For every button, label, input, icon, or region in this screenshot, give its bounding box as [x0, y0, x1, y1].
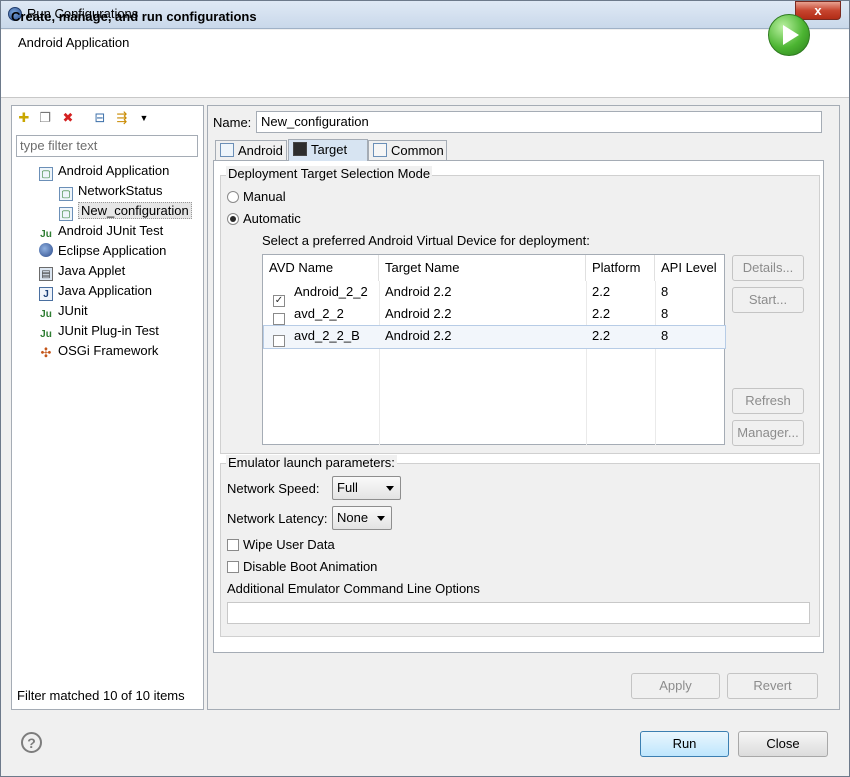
osgi-icon: ✣	[40, 345, 52, 360]
wipe-user-data-checkbox[interactable]	[227, 539, 239, 551]
table-row[interactable]: ✓ Android_2_2 Android 2.2 2.2 8	[263, 281, 724, 307]
header-title: Create, manage, and run configurations	[11, 9, 257, 24]
wipe-user-data-option[interactable]: Wipe User Data	[227, 537, 335, 552]
new-config-icon[interactable]: ✚	[16, 110, 32, 126]
junit-icon: Ju	[40, 229, 52, 240]
additional-options-label: Additional Emulator Command Line Options	[227, 581, 480, 596]
tree-item-junit-plugin-test[interactable]: Ju JUnit Plug-in Test	[39, 322, 159, 340]
tree-item-osgi-framework[interactable]: ✣ OSGi Framework	[39, 342, 159, 360]
avd-checkbox[interactable]	[273, 313, 285, 325]
emulator-group-title: Emulator launch parameters:	[226, 455, 397, 470]
additional-options-input[interactable]	[227, 602, 810, 624]
run-button[interactable]: Run	[640, 731, 729, 757]
column-header-platform[interactable]: Platform	[586, 255, 655, 281]
column-header-avd-name[interactable]: AVD Name	[263, 255, 379, 281]
tree-item-eclipse-application[interactable]: Eclipse Application	[39, 242, 166, 260]
close-window-button[interactable]: x	[795, 1, 841, 20]
avd-checkbox[interactable]	[273, 335, 285, 347]
refresh-button[interactable]: Refresh	[732, 388, 804, 414]
junit-plugin-icon: Ju	[40, 329, 52, 340]
dropdown-arrow-icon[interactable]: ▼	[136, 110, 152, 126]
filter-input[interactable]: type filter text	[16, 135, 198, 157]
name-label: Name:	[213, 115, 252, 130]
column-header-target-name[interactable]: Target Name	[379, 255, 586, 281]
java-app-icon: J	[39, 287, 53, 301]
manual-radio-button[interactable]	[227, 191, 239, 203]
collapse-all-icon[interactable]: ⊟	[92, 110, 108, 126]
avd-table: AVD Name Target Name Platform API Level …	[262, 254, 726, 445]
tree-item-networkstatus[interactable]: ▢ NetworkStatus	[59, 182, 163, 201]
disable-boot-animation-option[interactable]: Disable Boot Animation	[227, 559, 377, 574]
chevron-down-icon	[386, 486, 394, 491]
network-latency-select[interactable]: None	[332, 506, 392, 530]
column-header-api-level[interactable]: API Level	[655, 255, 724, 281]
apply-button[interactable]: Apply	[631, 673, 720, 699]
table-row[interactable]: avd_2_2_B Android 2.2 2.2 8	[263, 325, 726, 349]
start-button[interactable]: Start...	[732, 287, 804, 313]
tab-target[interactable]: Target	[288, 139, 368, 161]
disable-boot-animation-checkbox[interactable]	[227, 561, 239, 573]
tree-item-new-configuration[interactable]: ▢ New_configuration	[59, 202, 192, 221]
revert-button[interactable]: Revert	[727, 673, 818, 699]
header-subtitle: Android Application	[18, 35, 130, 50]
android-app-icon: ▢	[39, 167, 53, 181]
applet-icon: ▤	[39, 267, 53, 281]
tree-item-android-junit-test[interactable]: Ju Android JUnit Test	[39, 222, 163, 240]
eclipse-icon	[39, 243, 53, 257]
delete-icon[interactable]: ✖	[60, 110, 76, 126]
network-speed-label: Network Speed:	[227, 481, 320, 496]
chevron-down-icon	[377, 516, 385, 521]
automatic-radio-button[interactable]	[227, 213, 239, 225]
junit-icon: Ju	[40, 309, 52, 320]
tree-item-java-applet[interactable]: ▤ Java Applet	[39, 262, 125, 281]
network-speed-select[interactable]: Full	[332, 476, 401, 500]
common-tab-icon	[373, 143, 387, 157]
tree-item-junit[interactable]: Ju JUnit	[39, 302, 87, 320]
manual-radio[interactable]: Manual	[227, 189, 286, 204]
automatic-radio[interactable]: Automatic	[227, 211, 301, 226]
tab-common[interactable]: Common	[368, 140, 447, 160]
manager-button[interactable]: Manager...	[732, 420, 804, 446]
config-icon: ▢	[59, 187, 73, 201]
deployment-group-title: Deployment Target Selection Mode	[226, 166, 433, 181]
run-icon-arrow	[783, 25, 799, 45]
filter-icon[interactable]: ⇶	[114, 110, 130, 126]
tab-android[interactable]: Android	[215, 140, 287, 160]
tree-item-java-application[interactable]: J Java Application	[39, 282, 152, 301]
help-icon[interactable]: ?	[21, 732, 42, 753]
filter-status-text: Filter matched 10 of 10 items	[17, 688, 185, 703]
android-tab-icon	[220, 143, 234, 157]
config-icon: ▢	[59, 207, 73, 221]
tree-item-android-application[interactable]: ▢ Android Application	[39, 162, 169, 181]
close-button[interactable]: Close	[738, 731, 828, 757]
duplicate-icon[interactable]: ❐	[37, 110, 53, 126]
avd-prompt: Select a preferred Android Virtual Devic…	[262, 233, 590, 248]
target-tab-icon	[293, 142, 307, 156]
name-input[interactable]: New_configuration	[256, 111, 822, 133]
details-button[interactable]: Details...	[732, 255, 804, 281]
table-row[interactable]: avd_2_2 Android 2.2 2.2 8	[263, 303, 724, 325]
network-latency-label: Network Latency:	[227, 511, 328, 526]
